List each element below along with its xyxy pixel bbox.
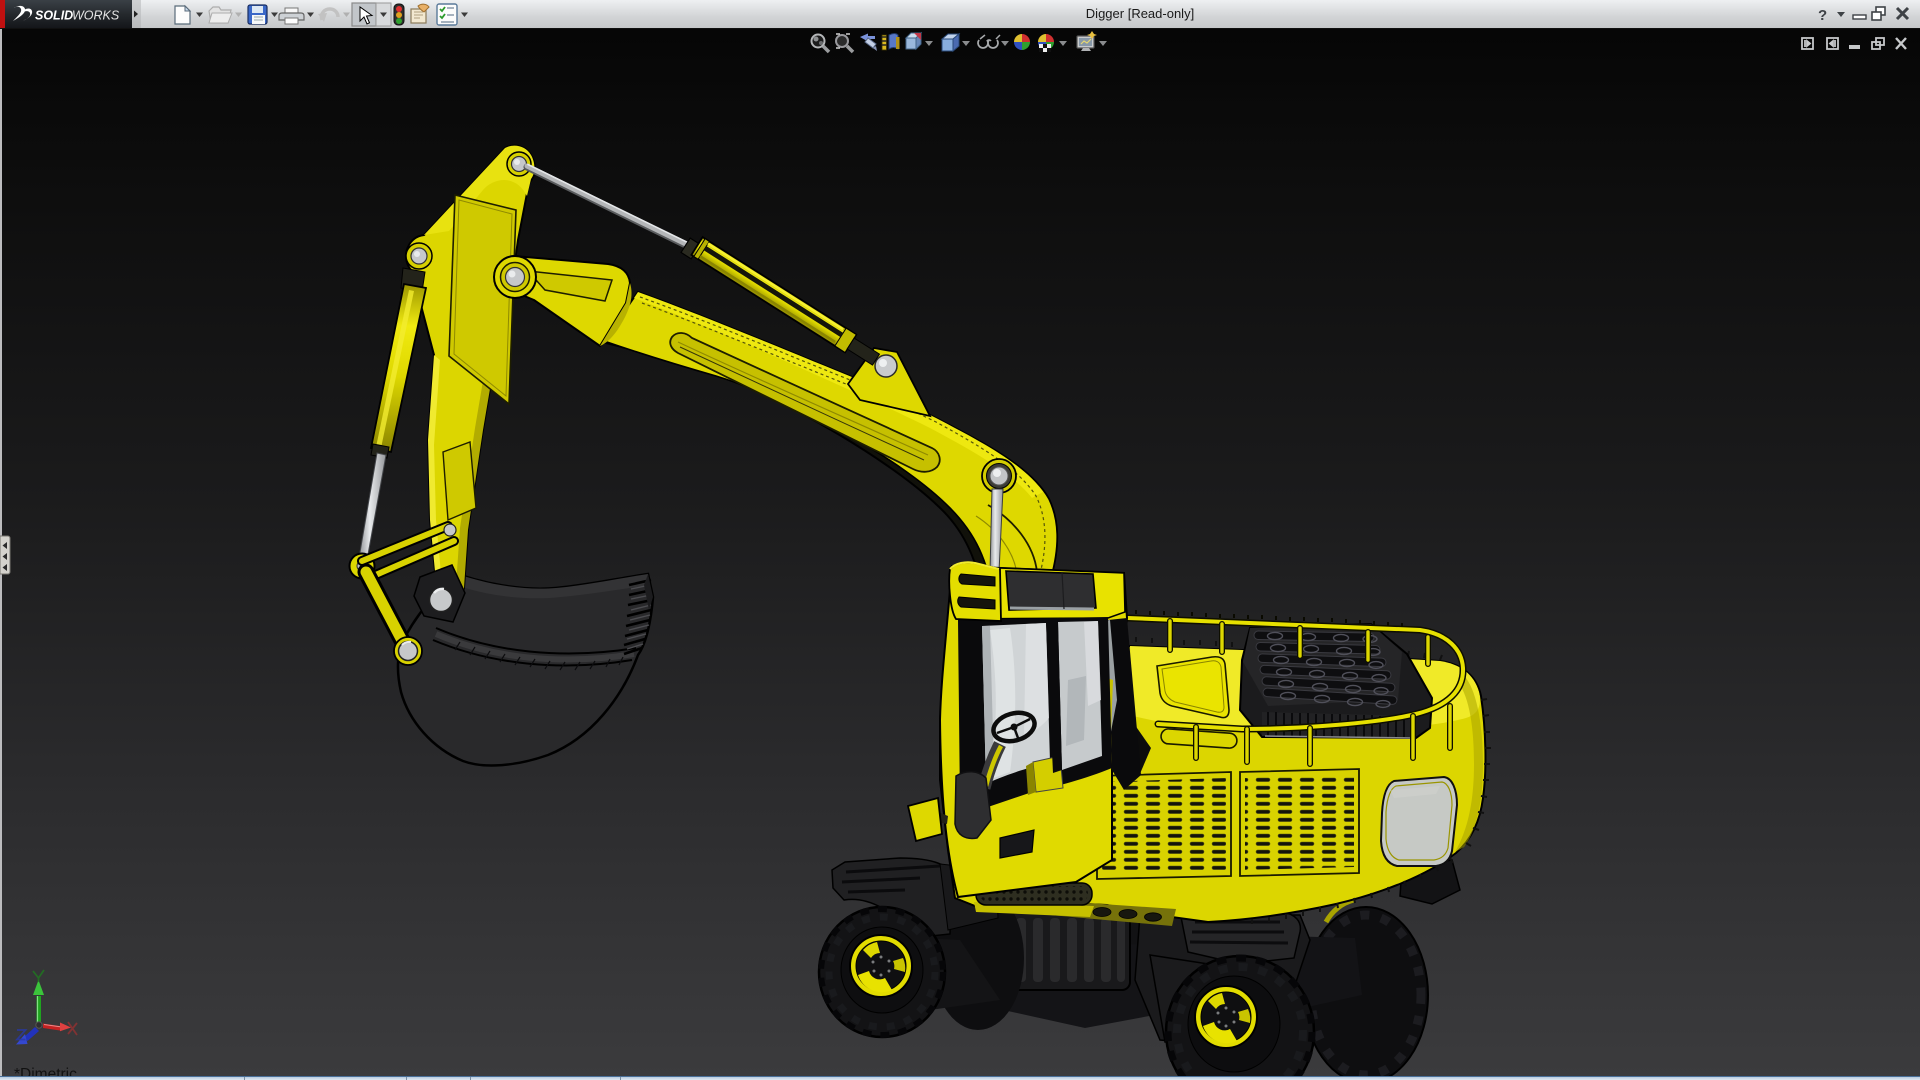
- svg-text:?: ?: [1818, 7, 1827, 24]
- svg-text:WORKS: WORKS: [72, 9, 120, 23]
- svg-text:SOLID: SOLID: [35, 9, 73, 23]
